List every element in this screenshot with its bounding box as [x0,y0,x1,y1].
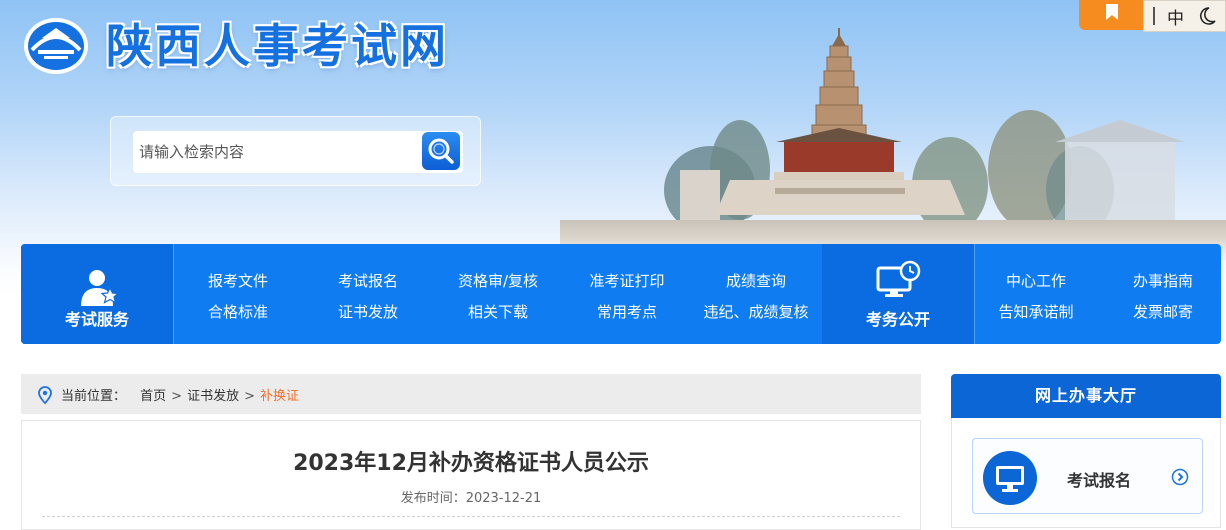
search-input[interactable] [133,131,463,173]
site-logo-icon [24,18,88,74]
nav-link-guide[interactable]: 办事指南 [1098,270,1226,291]
pagoda-illustration [560,28,1226,260]
online-hall-panel: 考试报名 [951,418,1221,528]
nav-divider [974,244,975,344]
site-title[interactable]: 陕西人事考试网 [106,14,449,78]
nav-link-exam-docs[interactable]: 报考文件 [173,270,303,291]
exam-service-block[interactable]: 考试服务 [21,244,173,344]
main-navigation: 考试服务 报考文件 考试报名 资格审/复核 准考证打印 成绩查询 合格标准 证书… [21,244,1221,344]
exam-service-icon [81,270,120,306]
language-switch[interactable]: 中 [1143,0,1226,32]
search-button[interactable] [422,132,460,170]
nav-link-downloads[interactable]: 相关下载 [433,301,563,322]
breadcrumb-home[interactable]: 首页 [140,389,166,404]
article-divider [42,516,900,517]
search-box [110,116,481,186]
nav-link-invoice-mail[interactable]: 发票邮寄 [1098,301,1226,322]
breadcrumb-certificate[interactable]: 证书发放 [187,389,239,404]
breadcrumb-current[interactable]: 补换证 [260,389,299,404]
online-hall-title: 网上办事大厅 [951,374,1221,418]
exam-public-label: 考务公开 [865,310,930,329]
nav-link-certificate-issue[interactable]: 证书发放 [303,301,433,322]
nav-link-exam-sites[interactable]: 常用考点 [562,301,692,322]
search-icon [428,138,454,164]
article-meta: 发布时间：2023-12-21 [22,487,920,506]
article-title: 2023年12月补办资格证书人员公示 [293,451,649,476]
article: 2023年12月补办资格证书人员公示 发布时间：2023-12-21 [21,420,921,530]
exam-public-block[interactable]: 考务公开 [822,244,974,344]
nav-link-center-work[interactable]: 中心工作 [971,270,1101,291]
breadcrumb-separator: > [244,389,255,404]
nav-link-qualification-review[interactable]: 资格审/复核 [433,270,563,291]
exam-registration-label: 考试报名 [1067,471,1132,490]
arrow-right-circle-icon[interactable] [1171,468,1189,486]
cursor-bar [1153,7,1155,25]
publish-date-label: 发布时间： [400,491,466,506]
nav-link-admission-print[interactable]: 准考证打印 [562,270,692,291]
bookmark-tab[interactable] [1079,0,1149,30]
breadcrumb: 当前位置： 首页 > 证书发放 > 补换证 [21,374,921,414]
nav-link-commitment[interactable]: 告知承诺制 [971,301,1101,322]
nav-link-exam-registration[interactable]: 考试报名 [303,270,433,291]
breadcrumb-prefix: 当前位置： [61,389,127,404]
night-mode-icon[interactable] [1196,5,1218,27]
location-pin-icon [38,386,52,404]
nav-link-pass-standard[interactable]: 合格标准 [173,301,303,322]
bookmark-icon [1106,4,1118,20]
exam-registration-card[interactable]: 考试报名 [972,438,1203,514]
nav-link-score-query[interactable]: 成绩查询 [691,270,821,291]
exam-service-label: 考试服务 [64,310,129,329]
breadcrumb-trail: 当前位置： 首页 > 证书发放 > 补换证 [61,385,299,404]
nav-divider [173,244,174,344]
nav-link-violation-review[interactable]: 违纪、成绩复核 [691,301,821,322]
breadcrumb-separator: > [171,389,183,404]
monitor-clock-icon [876,260,921,297]
monitor-icon [983,451,1037,505]
language-label[interactable]: 中 [1167,4,1184,29]
publish-date: 2023-12-21 [465,491,542,506]
